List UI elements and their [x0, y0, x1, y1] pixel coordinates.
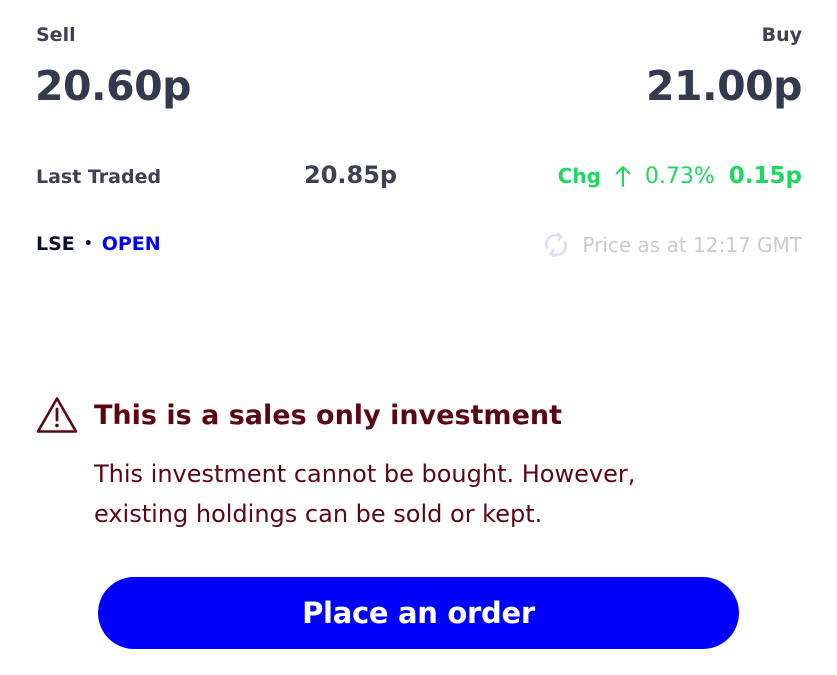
- market-status: OPEN: [101, 233, 161, 255]
- buy-label: Buy: [761, 24, 802, 46]
- warning-body: This investment cannot be bought. Howeve…: [94, 460, 636, 528]
- separator-dot: •: [83, 236, 93, 252]
- change-label: Chg: [557, 164, 601, 188]
- sell-price: 20.60p: [35, 62, 192, 110]
- exchange-name: LSE: [36, 233, 75, 255]
- place-order-button[interactable]: Place an order: [98, 577, 739, 649]
- refresh-icon[interactable]: [542, 231, 570, 259]
- sell-label: Sell: [36, 24, 76, 46]
- warning-title: This is a sales only investment: [94, 399, 563, 431]
- last-traded-label: Last Traded: [36, 166, 162, 188]
- price-time-text: Price as at 12:17 GMT: [582, 233, 802, 257]
- exchange-status: LSE • OPEN: [36, 233, 161, 255]
- change-percent: 0.73%: [644, 163, 715, 189]
- buy-price: 21.00p: [645, 62, 803, 110]
- price-timestamp: Price as at 12:17 GMT: [542, 231, 802, 259]
- change-absolute: 0.15p: [728, 163, 802, 189]
- trading-panel: Sell Buy 20.60p 21.00p Last Traded 20.85…: [0, 0, 837, 675]
- last-traded-value: 20.85p: [304, 161, 398, 189]
- arrow-up-icon: [615, 165, 631, 187]
- sales-only-warning: This is a sales only investment This inv…: [36, 396, 796, 534]
- warning-triangle-icon: [36, 396, 78, 434]
- warning-header: This is a sales only investment: [36, 396, 796, 434]
- price-change: Chg 0.73% 0.15p: [558, 161, 802, 191]
